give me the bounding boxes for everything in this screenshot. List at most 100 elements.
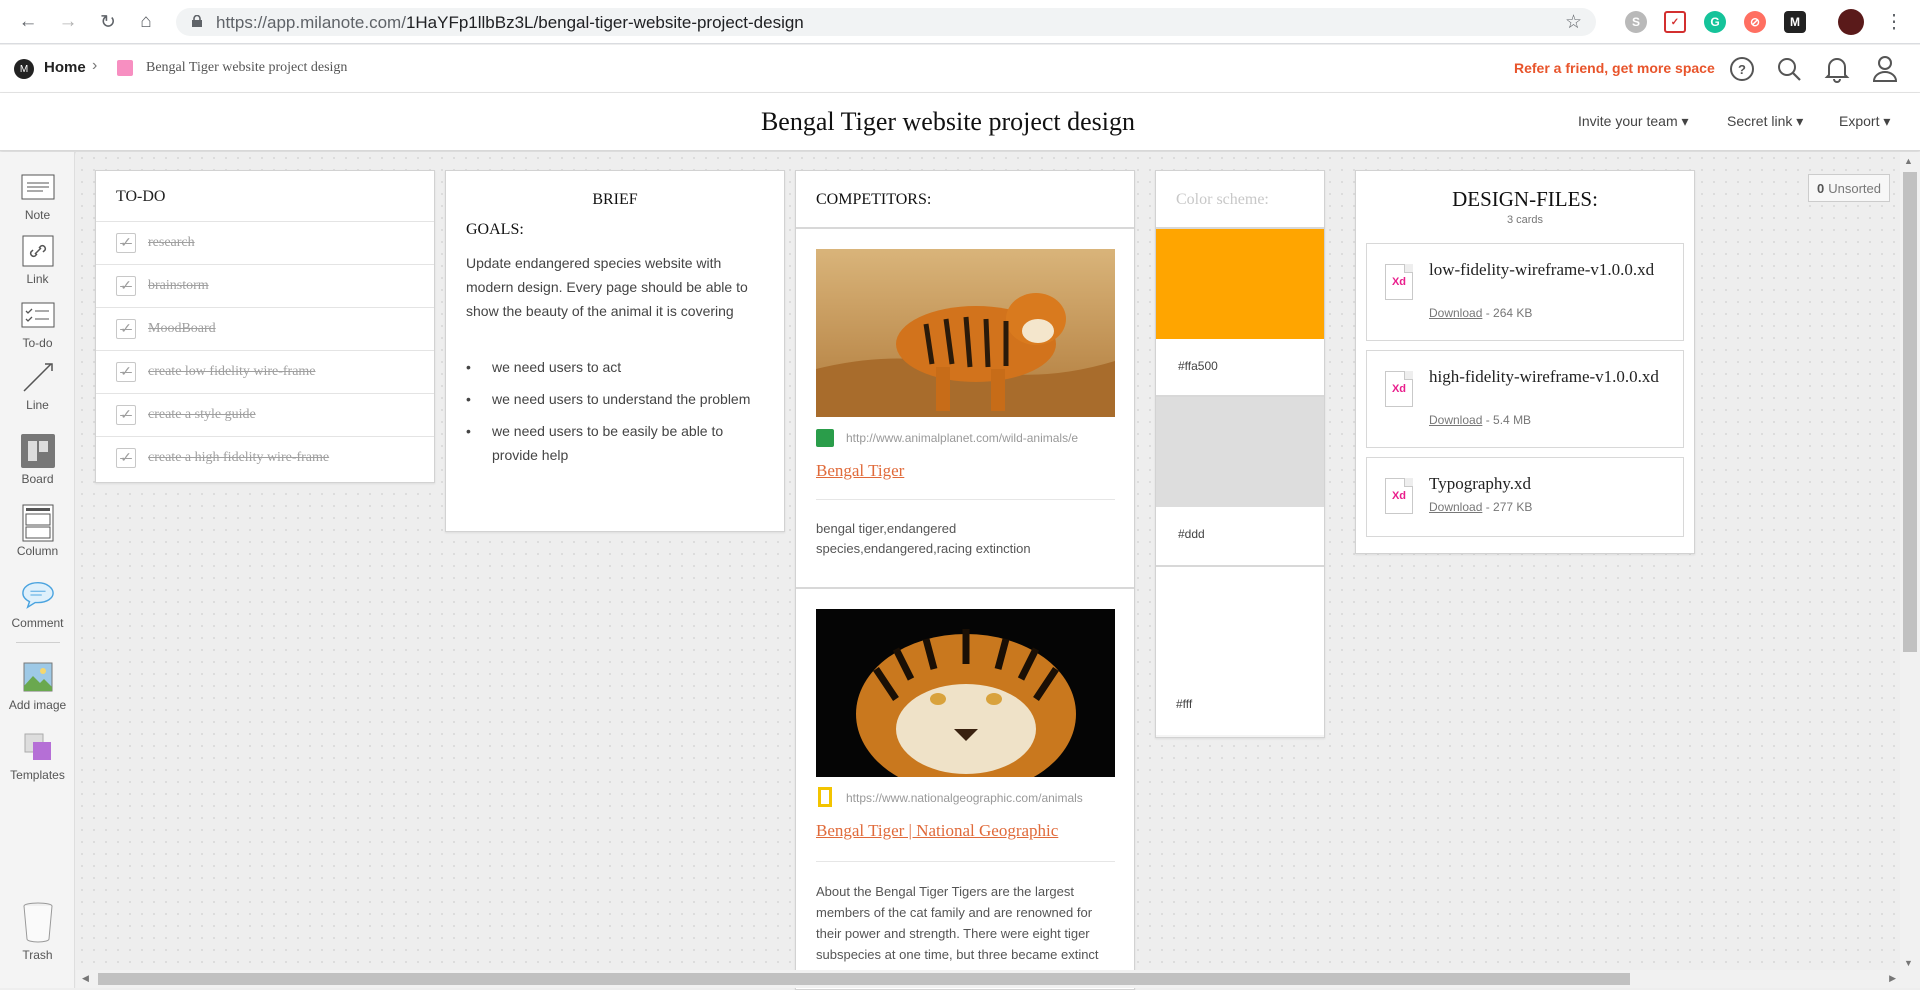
milanote-extension-icon[interactable]: M	[1784, 11, 1806, 33]
back-icon[interactable]: ←	[16, 10, 40, 34]
user-icon[interactable]	[1872, 55, 1898, 83]
column-icon	[21, 504, 55, 542]
file-card[interactable]: Xd Typography.xd Download - 277 KB	[1366, 457, 1684, 537]
trash-tool[interactable]: Trash	[0, 900, 75, 962]
link-url[interactable]: http://www.animalplanet.com/wild-animals…	[846, 431, 1116, 445]
design-files-column[interactable]: DESIGN-FILES: 3 cards Xd low-fidelity-wi…	[1355, 170, 1695, 554]
link-card[interactable]: http://www.animalplanet.com/wild-animals…	[796, 229, 1134, 589]
download-link[interactable]: Download	[1429, 306, 1482, 320]
vertical-scrollbar[interactable]: ▲ ▼	[1900, 152, 1920, 970]
checkbox-checked-icon[interactable]: ✓	[116, 405, 136, 425]
checkbox-checked-icon[interactable]: ✓	[116, 276, 136, 296]
link-description: bengal tiger,endangered species,endanger…	[816, 521, 1031, 556]
checkbox-checked-icon[interactable]: ✓	[116, 319, 136, 339]
help-icon[interactable]: ?	[1730, 57, 1754, 81]
tool-sidebar: Note Link To-do Line Board Column Commen…	[0, 152, 75, 988]
color-swatch	[1156, 397, 1324, 507]
color-swatch-card[interactable]: #ddd	[1156, 397, 1324, 567]
todo-item[interactable]: ✓ MoodBoard	[96, 307, 434, 350]
menu-dots-icon[interactable]: ⋮	[1882, 10, 1906, 34]
goals-text: Update endangered species website with m…	[466, 255, 748, 319]
breadcrumb-board[interactable]: Bengal Tiger website project design	[146, 60, 347, 76]
file-meta: Download - 5.4 MB	[1429, 413, 1532, 427]
export-button[interactable]: Export ▾	[1839, 113, 1890, 130]
bell-icon[interactable]	[1824, 55, 1850, 83]
scrollbar-thumb[interactable]	[98, 973, 1630, 985]
scroll-down-icon[interactable]: ▼	[1904, 958, 1913, 968]
forward-icon[interactable]: →	[56, 10, 80, 34]
extension-icon[interactable]: ⊘	[1744, 11, 1766, 33]
todo-item[interactable]: ✓ brainstorm	[96, 264, 434, 307]
download-link[interactable]: Download	[1429, 413, 1482, 427]
swatch-label: #ddd	[1178, 527, 1205, 541]
file-meta: Download - 264 KB	[1429, 306, 1533, 320]
file-name: low-fidelity-wireframe-v1.0.0.xd	[1429, 260, 1655, 279]
todo-card[interactable]: TO-DO ✓ research ✓ brainstorm ✓ MoodBoard ✓…	[95, 170, 435, 483]
todo-item[interactable]: ✓ create a style guide	[96, 393, 434, 436]
milanote-logo-icon[interactable]: M	[14, 59, 34, 79]
invite-team-button[interactable]: Invite your team ▾	[1578, 113, 1689, 130]
horizontal-scrollbar[interactable]: ◀ ▶	[76, 970, 1920, 988]
color-scheme-title: Color scheme:	[1156, 171, 1324, 229]
file-name: high-fidelity-wireframe-v1.0.0.xd	[1429, 367, 1659, 386]
skype-extension-icon[interactable]: S	[1625, 11, 1647, 33]
checkbox-checked-icon[interactable]: ✓	[116, 233, 136, 253]
column-tool[interactable]: Column	[0, 504, 75, 558]
secret-link-button[interactable]: Secret link ▾	[1727, 113, 1803, 130]
todo-item[interactable]: ✓ research	[96, 221, 434, 264]
home-link[interactable]: Home	[44, 59, 86, 76]
link-url[interactable]: https://www.nationalgeographic.com/anima…	[846, 791, 1116, 805]
tiger-running-image	[816, 249, 1115, 417]
link-tool[interactable]: Link	[0, 234, 75, 286]
unsorted-button[interactable]: 0 Unsorted	[1808, 174, 1890, 202]
search-icon[interactable]	[1776, 56, 1802, 82]
color-swatch-card[interactable]: #ffa500	[1156, 229, 1324, 397]
note-icon	[21, 170, 55, 204]
design-files-title: DESIGN-FILES:	[1452, 187, 1598, 211]
download-link[interactable]: Download	[1429, 500, 1482, 514]
browser-toolbar: ← → ↻ ⌂ https://app.milanote.com/1HaYFp1…	[0, 0, 1920, 44]
checkbox-checked-icon[interactable]: ✓	[116, 448, 136, 468]
color-swatch-card[interactable]: #fff	[1156, 567, 1324, 735]
scroll-right-icon[interactable]: ▶	[1889, 973, 1896, 984]
home-icon[interactable]: ⌂	[134, 10, 158, 34]
note-tool[interactable]: Note	[0, 170, 75, 222]
comment-tool[interactable]: Comment	[0, 578, 75, 630]
bookmark-star-icon[interactable]: ☆	[1565, 11, 1582, 34]
file-card[interactable]: Xd high-fidelity-wireframe-v1.0.0.xd Dow…	[1366, 350, 1684, 448]
trash-icon	[21, 900, 55, 944]
add-image-tool[interactable]: Add image	[0, 660, 75, 712]
grammarly-extension-icon[interactable]: G	[1704, 11, 1726, 33]
goals-heading: GOALS:	[466, 221, 524, 238]
goals-list: we need users to act we need users to un…	[446, 323, 784, 467]
brief-card[interactable]: BRIEF GOALS: Update endangered species w…	[445, 170, 785, 532]
address-bar[interactable]: https://app.milanote.com/1HaYFp1llbBz3L/…	[176, 8, 1596, 36]
board-tool[interactable]: Board	[0, 434, 75, 486]
comment-icon	[21, 578, 55, 612]
scrollbar-thumb[interactable]	[1903, 172, 1917, 652]
pocket-extension-icon[interactable]: ✓	[1664, 11, 1686, 33]
color-scheme-column[interactable]: Color scheme: #ffa500 #ddd #fff	[1155, 170, 1325, 738]
reload-icon[interactable]: ↻	[96, 10, 120, 34]
profile-avatar[interactable]	[1838, 9, 1864, 35]
link-title[interactable]: Bengal Tiger | National Geographic	[816, 821, 1058, 841]
line-tool[interactable]: Line	[0, 360, 75, 412]
link-description: About the Bengal Tiger Tigers are the la…	[816, 884, 1099, 962]
link-title[interactable]: Bengal Tiger	[816, 461, 904, 481]
todo-title: TO-DO	[116, 188, 166, 205]
todo-item[interactable]: ✓ create low fidelity wire-frame	[96, 350, 434, 393]
divider	[816, 861, 1115, 862]
scroll-up-icon[interactable]: ▲	[1904, 156, 1913, 166]
link-icon	[21, 234, 55, 268]
swatch-label: #ffa500	[1178, 359, 1218, 373]
file-card[interactable]: Xd low-fidelity-wireframe-v1.0.0.xd Down…	[1366, 243, 1684, 341]
referral-link[interactable]: Refer a friend, get more space	[1514, 60, 1715, 76]
templates-tool[interactable]: Templates	[0, 730, 75, 782]
checkbox-checked-icon[interactable]: ✓	[116, 362, 136, 382]
competitors-column[interactable]: COMPETITORS: http://www.animalplanet.com…	[795, 170, 1135, 990]
todo-item[interactable]: ✓ create a high fidelity wire-frame	[96, 436, 434, 479]
scroll-left-icon[interactable]: ◀	[82, 973, 89, 984]
todo-tool[interactable]: To-do	[0, 298, 75, 350]
link-card[interactable]: https://www.nationalgeographic.com/anima…	[796, 589, 1134, 989]
board-canvas[interactable]: 0 Unsorted TO-DO ✓ research ✓ brainstorm ✓ M…	[76, 152, 1920, 990]
